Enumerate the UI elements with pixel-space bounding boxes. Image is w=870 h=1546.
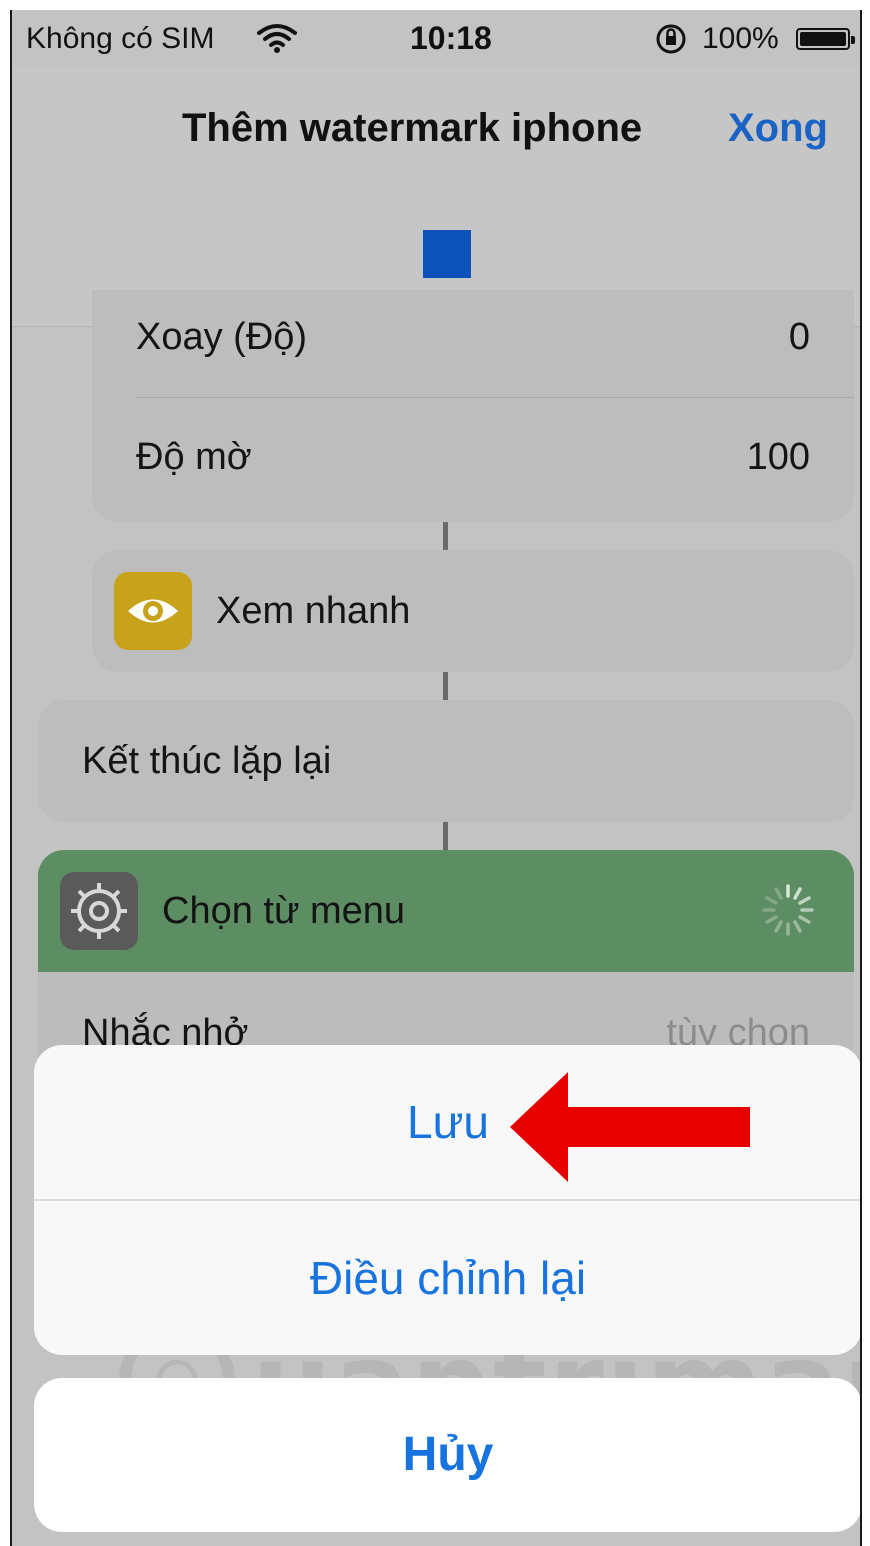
stop-icon[interactable]: [423, 230, 471, 278]
battery-icon: [796, 28, 855, 50]
rotation-value[interactable]: 0: [789, 316, 810, 359]
spinner-icon: [762, 884, 814, 936]
battery-percent: 100%: [702, 22, 779, 55]
choose-from-menu-label: Chọn từ menu: [162, 890, 406, 932]
flow-connector: [443, 822, 448, 850]
red-arrow-icon: [510, 1072, 750, 1182]
done-button[interactable]: Xong: [728, 106, 828, 151]
end-repeat-label: Kết thúc lặp lại: [82, 740, 332, 782]
row-divider: [136, 397, 854, 398]
opacity-label: Độ mờ: [136, 436, 252, 478]
wifi-icon: [256, 22, 298, 62]
status-bar: Không có SIM 10:18 100%: [12, 10, 860, 68]
end-repeat-action[interactable]: Kết thúc lặp lại: [38, 700, 854, 822]
adjust-again-button[interactable]: Điều chỉnh lại: [34, 1201, 860, 1355]
phone-screen: Không có SIM 10:18 100% Thêm watermark i…: [10, 10, 862, 1546]
choose-from-menu-header[interactable]: Chọn từ menu: [38, 850, 854, 972]
bottom-strip: [12, 1532, 860, 1546]
gear-icon: [60, 872, 138, 950]
flow-connector: [443, 522, 448, 550]
watermark-settings-card: Xoay (Độ) 0 Độ mờ 100: [92, 290, 854, 522]
eye-icon: [114, 572, 192, 650]
cancel-button[interactable]: Hủy: [34, 1378, 860, 1532]
opacity-value[interactable]: 100: [747, 436, 810, 479]
quick-look-action[interactable]: Xem nhanh: [92, 550, 854, 672]
flow-connector: [443, 672, 448, 700]
orientation-lock-icon: [654, 22, 688, 64]
clock: 10:18: [410, 20, 492, 56]
quick-look-label: Xem nhanh: [216, 590, 411, 632]
carrier-label: Không có SIM: [26, 22, 215, 55]
rotation-label: Xoay (Độ): [136, 316, 308, 358]
shortcut-title: Thêm watermark iphone: [182, 106, 643, 150]
shortcut-header: Thêm watermark iphone Xong: [12, 68, 860, 327]
